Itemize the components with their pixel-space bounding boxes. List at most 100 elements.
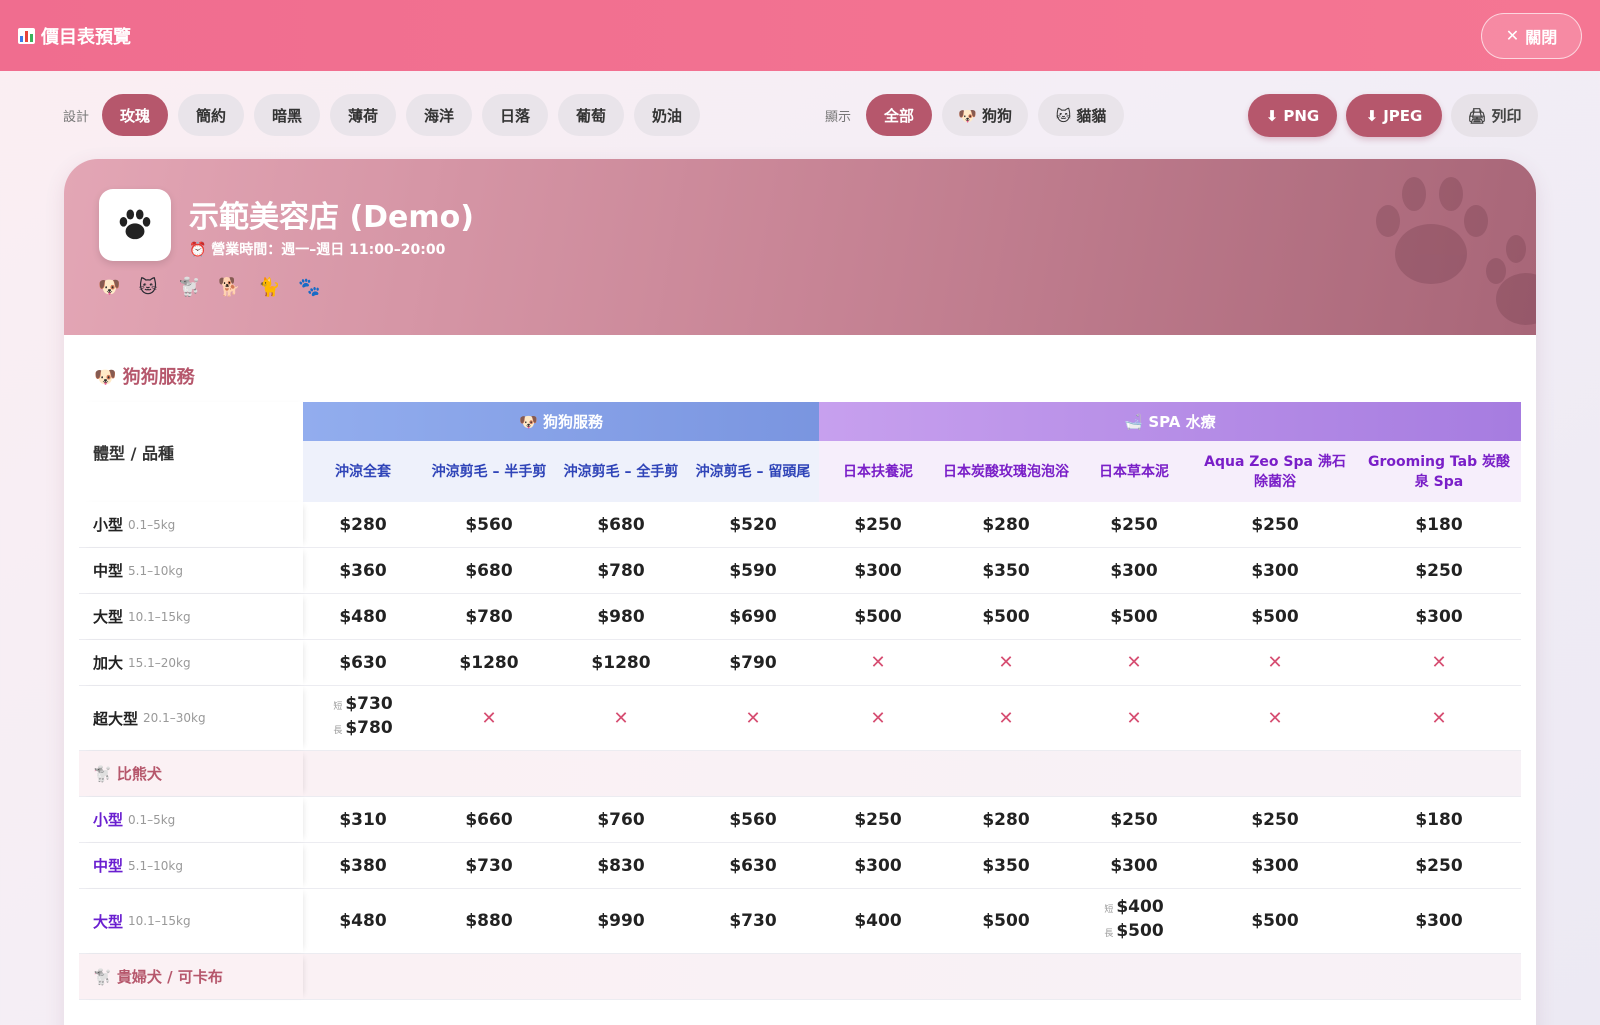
price-cell: $1280 xyxy=(591,652,651,673)
price-cell: $350 xyxy=(982,855,1030,876)
column-header: 日本扶養泥 xyxy=(819,441,937,502)
price-cell: $780 xyxy=(597,560,645,581)
price-cell: $300 xyxy=(1415,606,1463,627)
coat-length-tag: 長 xyxy=(1104,929,1114,939)
unavailable-icon: ✕ xyxy=(1126,707,1142,729)
row-name: 超大型 xyxy=(93,709,139,728)
row-name: 小型 xyxy=(93,811,124,829)
design-label: 設計 xyxy=(63,110,90,125)
column-header: 日本炭酸玫瑰泡泡浴 xyxy=(937,441,1075,502)
display-label: 顯示 xyxy=(825,110,852,125)
price-cell: $500 xyxy=(982,911,1030,931)
download-png-button[interactable]: ⬇ PNG xyxy=(1248,94,1337,137)
column-header: Grooming Tab 炭酸泉 Spa xyxy=(1357,441,1521,502)
close-icon: ✕ xyxy=(1505,26,1520,45)
price-cell: $300 xyxy=(1251,855,1299,876)
title-bar: 價目表預覽 ✕ 關閉 xyxy=(0,0,1600,71)
weight-range: 0.1–5kg xyxy=(128,812,176,827)
download-icon: ⬇ xyxy=(1265,106,1279,125)
window-title-text: 價目表預覽 xyxy=(41,26,131,48)
price-cell: $300 xyxy=(1110,855,1158,876)
table-row: 加大 15.1–20kg $630 $1280 $1280 $790 ✕ ✕ ✕ ✕ ✕ xyxy=(79,640,1521,686)
table-row: 中型 5.1–10kg $360 $680 $780 $590 $300 $350 $300 $3… xyxy=(79,548,1521,594)
price-cell: $250 xyxy=(854,514,902,535)
size-label: 大型 10.1–15kg xyxy=(79,594,303,639)
price-cell: $780 xyxy=(465,606,513,627)
theme-pill-7[interactable]: 奶油 xyxy=(634,94,700,136)
download-jpeg-button[interactable]: ⬇ JPEG xyxy=(1346,94,1442,137)
price-cell: $630 xyxy=(729,855,777,876)
price-cell: $730 xyxy=(729,911,777,931)
shop-name: 示範美容店 (Demo) xyxy=(189,200,474,235)
filter-pill-0[interactable]: 全部 xyxy=(866,94,932,136)
theme-pill-5[interactable]: 日落 xyxy=(482,94,548,136)
coat-length-tag: 短 xyxy=(1104,905,1114,915)
price-cell: $730 xyxy=(465,855,513,876)
unavailable-icon: ✕ xyxy=(870,652,886,673)
theme-pill-1[interactable]: 簡約 xyxy=(178,94,244,136)
theme-pill-2[interactable]: 暗黑 xyxy=(254,94,320,136)
weight-range: 10.1–15kg xyxy=(128,914,191,928)
png-label: PNG xyxy=(1283,106,1320,125)
price-cell: $360 xyxy=(339,560,387,581)
price-cell: $880 xyxy=(465,911,513,931)
size-label: 加大 15.1–20kg xyxy=(79,640,303,685)
unavailable-icon: ✕ xyxy=(1431,652,1447,673)
decorative-paw-icon xyxy=(1376,177,1536,325)
size-label: 中型 5.1–10kg xyxy=(79,843,303,888)
price-cell: $790 xyxy=(729,652,777,673)
size-label: 中型 5.1–10kg xyxy=(79,548,303,593)
filter-pill-1[interactable]: 🐶 狗狗 xyxy=(942,94,1028,136)
printer-icon: 🖨 xyxy=(1467,106,1487,125)
theme-pill-3[interactable]: 薄荷 xyxy=(330,94,396,136)
weight-range: 5.1–10kg xyxy=(128,858,183,873)
window-title: 價目表預覽 xyxy=(18,23,131,49)
row-name: 🐩 比熊犬 xyxy=(93,765,162,783)
pet-emoji: 🐶 xyxy=(98,277,121,298)
business-hours: ⏰ 營業時間：週一–週日 11:00–20:00 xyxy=(189,242,446,258)
price-cell: $500 xyxy=(1251,911,1299,931)
price-cell: $180 xyxy=(1415,809,1463,830)
price-cell: $560 xyxy=(729,809,777,830)
close-button[interactable]: ✕ 關閉 xyxy=(1481,12,1582,59)
price-cell-split: 短 $400 長 $500 xyxy=(1075,889,1193,953)
theme-pill-4[interactable]: 海洋 xyxy=(406,94,472,136)
theme-pill-6[interactable]: 葡萄 xyxy=(558,94,624,136)
row-name: 中型 xyxy=(93,562,124,580)
theme-pill-0[interactable]: 玫瑰 xyxy=(102,94,168,136)
size-label: 超大型 20.1–30kg xyxy=(79,686,303,750)
pet-emoji: 🐈 xyxy=(258,277,281,298)
column-header: 沖涼剪毛 – 留頭尾 xyxy=(687,441,819,502)
print-button[interactable]: 🖨 列印 xyxy=(1451,94,1538,137)
unavailable-icon: ✕ xyxy=(998,707,1014,729)
download-icon: ⬇ xyxy=(1365,106,1379,125)
price-cell: $300 xyxy=(1110,560,1158,581)
label-header: 體型 / 品種 xyxy=(79,402,303,502)
weight-range: 20.1–30kg xyxy=(143,711,206,725)
weight-range: 0.1–5kg xyxy=(128,517,176,532)
price-cell: $300 xyxy=(1251,560,1299,581)
price-cell: $520 xyxy=(729,514,777,535)
price-line: 長 $780 xyxy=(333,718,392,742)
weight-range: 10.1–15kg xyxy=(128,609,191,624)
column-header: Aqua Zeo Spa 沸石除菌浴 xyxy=(1193,441,1357,502)
unavailable-icon: ✕ xyxy=(613,707,629,729)
price-cell: $990 xyxy=(597,911,645,931)
paw-icon xyxy=(119,209,151,240)
price-cell: $760 xyxy=(597,809,645,830)
price-cell: $180 xyxy=(1415,514,1463,535)
price-cell-split: 短 $730 長 $780 xyxy=(303,686,423,750)
table-row: 小型 0.1–5kg $310 $660 $760 $560 $250 $280 $250 $25… xyxy=(79,797,1521,843)
filter-pill-2[interactable]: 🐱 貓貓 xyxy=(1038,94,1124,136)
unavailable-icon: ✕ xyxy=(998,652,1014,673)
breed-header-row: 🐩 貴婦犬 / 可卡布 xyxy=(79,954,1521,1000)
print-label: 列印 xyxy=(1491,107,1522,125)
pet-emoji: 🐾 xyxy=(298,277,321,298)
column-header: 沖涼剪毛 – 半手剪 xyxy=(423,441,555,502)
table-row: 中型 5.1–10kg $380 $730 $830 $630 $300 $350 $300 $3… xyxy=(79,843,1521,889)
price-cell: $280 xyxy=(982,514,1030,535)
column-header: 沖涼全套 xyxy=(303,441,423,502)
coat-length-tag: 短 xyxy=(333,702,343,712)
price-cell: $690 xyxy=(729,606,777,627)
section-title: 🐶 狗狗服務 xyxy=(94,367,195,388)
